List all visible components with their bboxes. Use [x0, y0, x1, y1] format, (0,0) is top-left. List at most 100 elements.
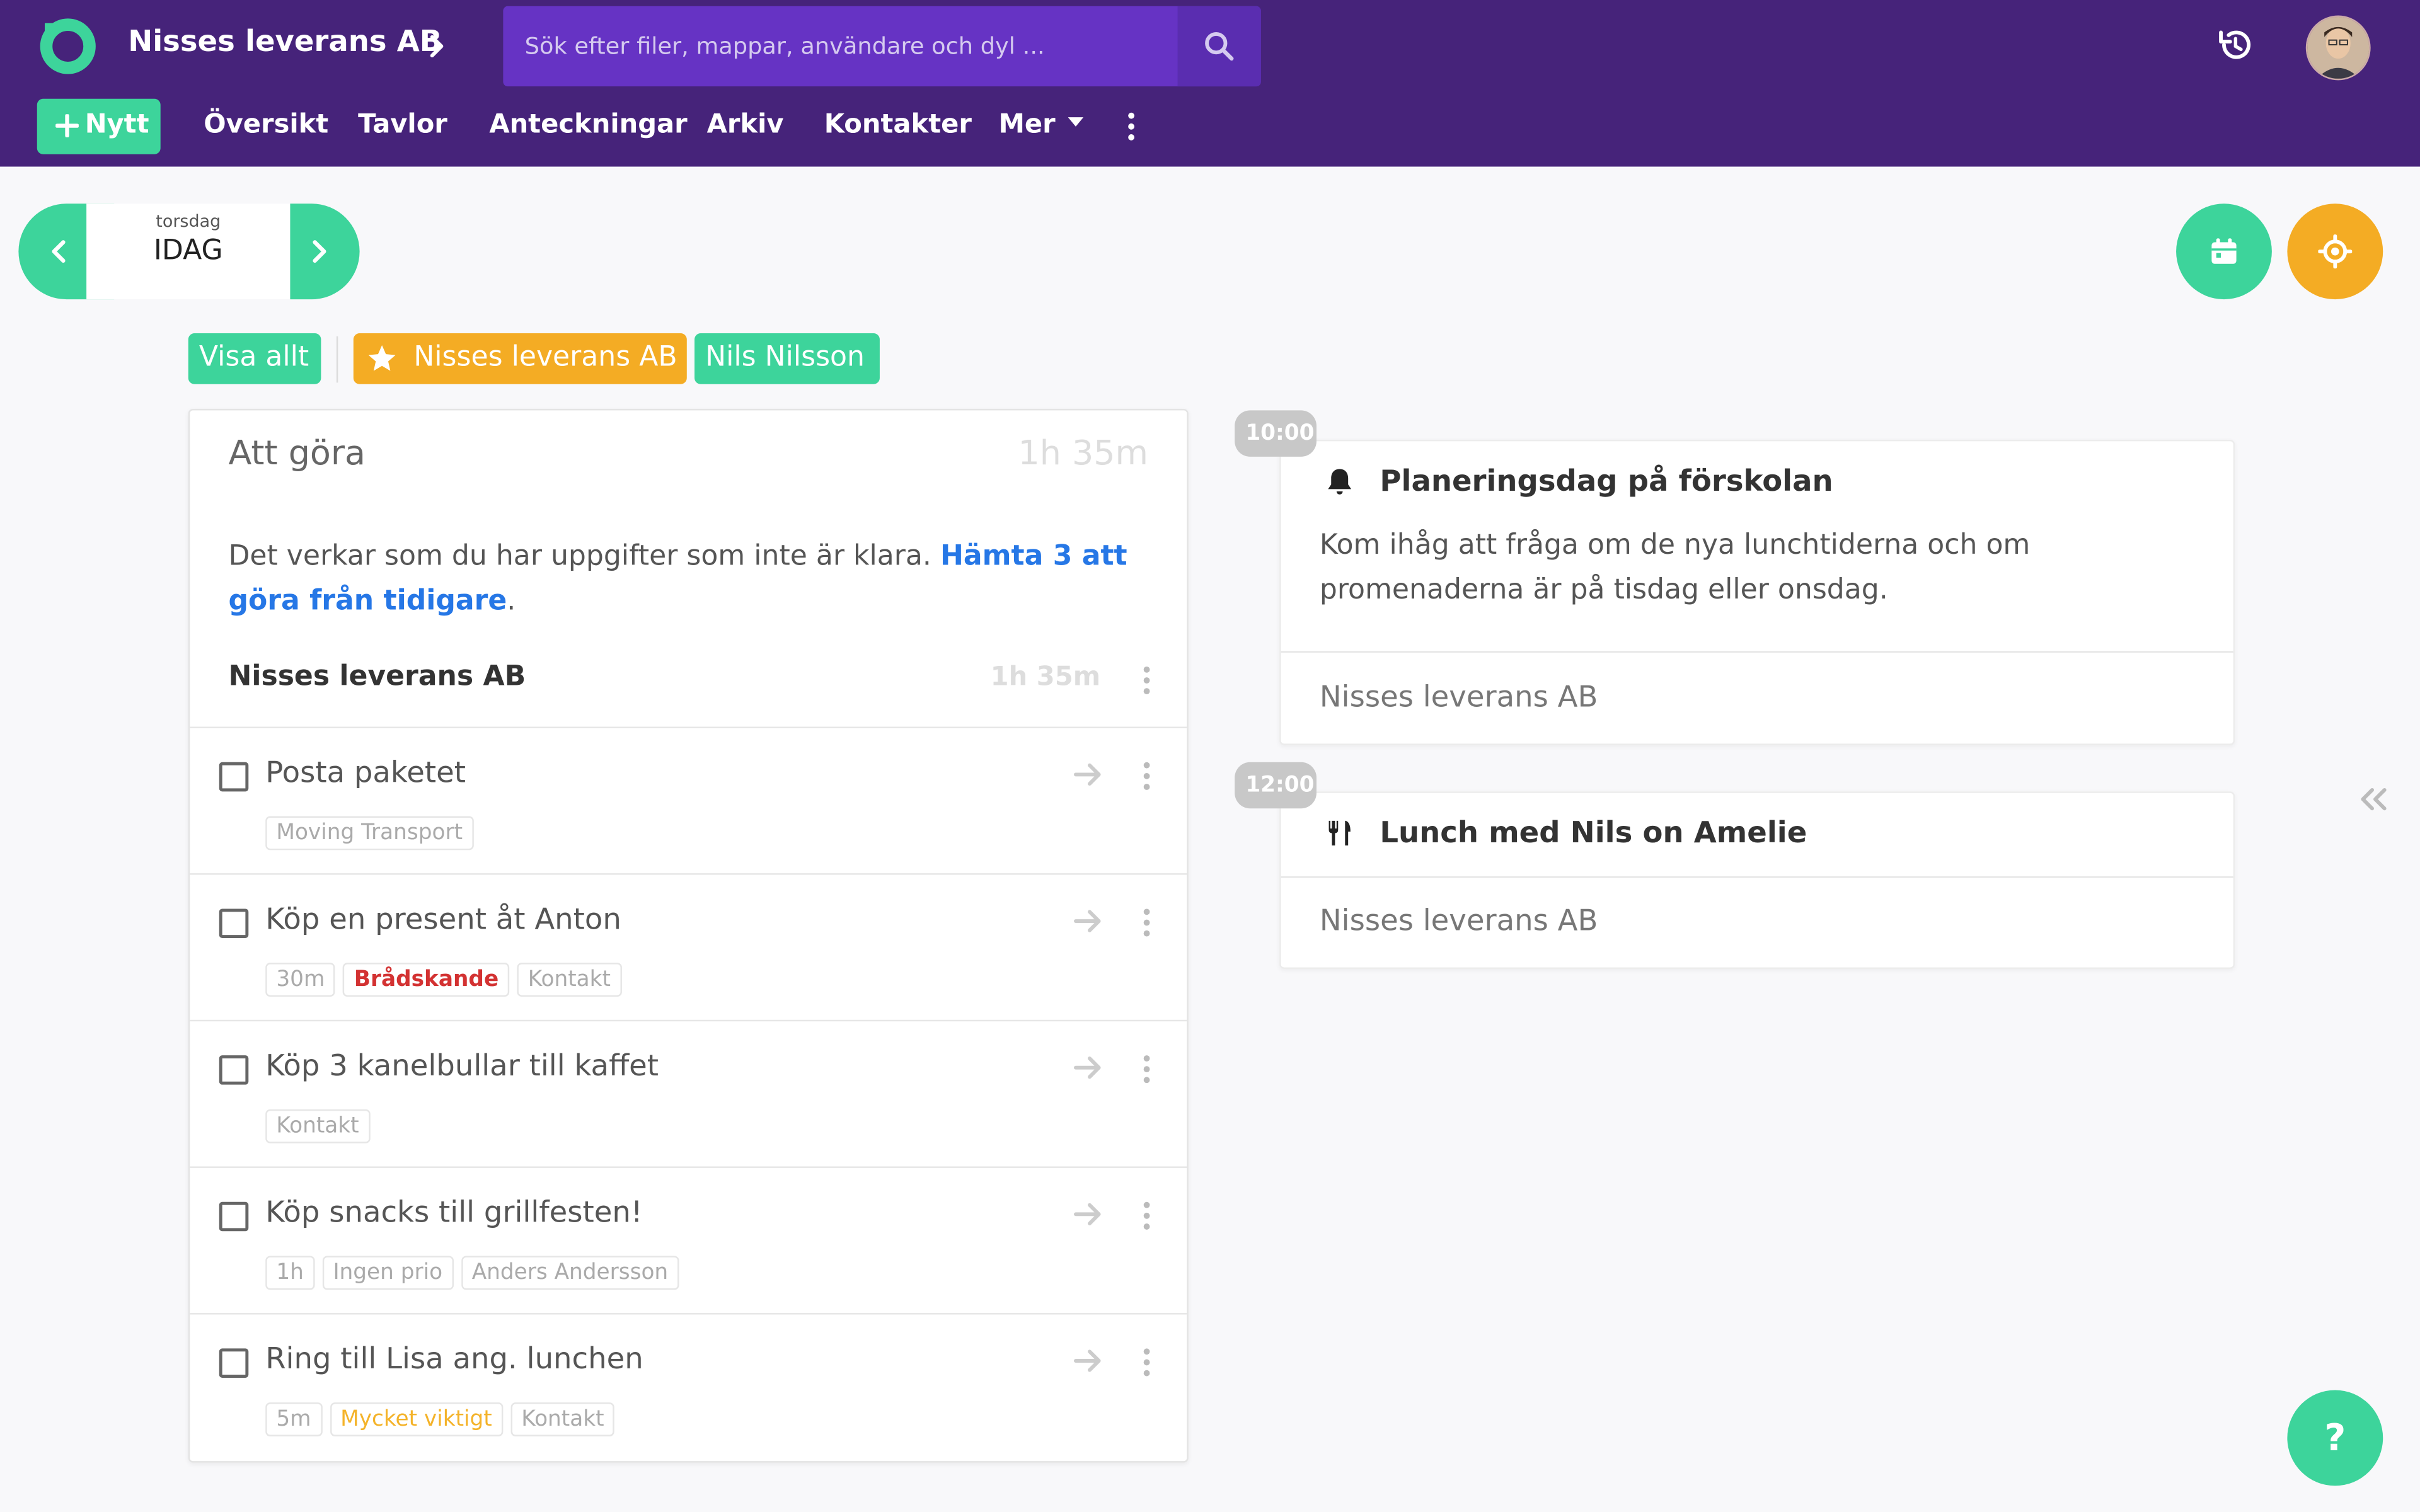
bell-icon [1328, 469, 1352, 495]
search-input[interactable] [524, 6, 1173, 87]
task-menu-icon[interactable] [1142, 762, 1151, 790]
notice-text: Det verkar som du har uppgifter som inte… [228, 540, 940, 573]
task-tags: 30m Brådskande Kontakt [265, 963, 622, 997]
tag-priority-important[interactable]: Mycket viktigt [329, 1402, 503, 1437]
filter-company[interactable]: Nisses leverans AB [353, 333, 687, 384]
task-checkbox[interactable] [219, 1055, 249, 1085]
task-checkbox[interactable] [219, 762, 249, 792]
nav-kontakter[interactable]: Kontakter [824, 110, 972, 140]
tag-contact[interactable]: Kontakt [265, 1109, 370, 1143]
arrow-right-icon[interactable] [1073, 1054, 1103, 1082]
tag-time[interactable]: 30m [265, 963, 336, 997]
date-label: IDAG [153, 234, 223, 267]
event-time-badge: 10:00 [1235, 410, 1317, 457]
event-time: 12:00 [1245, 772, 1315, 798]
task-title[interactable]: Köp en present åt Anton [265, 903, 621, 937]
group-time: 1h 35m [990, 662, 1101, 693]
filter-show-all[interactable]: Visa allt [188, 333, 321, 384]
arrow-right-icon[interactable] [1073, 1347, 1103, 1375]
new-button[interactable]: Nytt [37, 98, 161, 154]
help-button[interactable]: ? [2287, 1390, 2383, 1486]
task-tags: Moving Transport [265, 816, 474, 850]
task-menu-icon[interactable] [1142, 1055, 1151, 1084]
nav-arkiv[interactable]: Arkiv [707, 110, 784, 140]
tag-time[interactable]: 1h [265, 1256, 315, 1290]
filter-person-label: Nils Nilsson [705, 341, 865, 374]
filter-show-all-label: Visa allt [199, 341, 309, 374]
more-menu-icon[interactable] [1127, 112, 1136, 144]
tag-contact[interactable]: Anders Andersson [461, 1256, 679, 1290]
notice-end: . [507, 585, 516, 617]
arrow-right-icon[interactable] [1073, 760, 1103, 788]
task-title[interactable]: Posta paketet [265, 756, 466, 790]
company-name[interactable]: Nisses leverans AB [128, 25, 442, 59]
task-item: Posta paketet Moving Transport [190, 728, 1187, 873]
task-tags: 5m Mycket viktigt Kontakt [265, 1402, 615, 1437]
event-organization: Nisses leverans AB [1319, 680, 1598, 714]
current-date[interactable]: torsdag IDAG [86, 203, 291, 300]
todo-total-time: 1h 35m [1018, 435, 1149, 474]
tag-label[interactable]: Moving Transport [265, 816, 474, 850]
nav-anteckningar[interactable]: Anteckningar [489, 110, 687, 140]
search-button[interactable] [1177, 6, 1261, 87]
todo-card: Att göra 1h 35m Det verkar som du har up… [188, 408, 1189, 1463]
task-checkbox[interactable] [219, 1348, 249, 1378]
nav-oversikt[interactable]: Översikt [204, 110, 328, 140]
nav-mer-label: Mer [998, 109, 1056, 140]
user-avatar[interactable] [2305, 15, 2371, 81]
plus-icon [55, 114, 79, 137]
event-title: Lunch med Nils on Amelie [1380, 816, 1807, 850]
tag-priority[interactable]: Ingen prio [322, 1256, 454, 1290]
chevron-right-icon[interactable] [426, 32, 447, 60]
task-tags: 1h Ingen prio Anders Andersson [265, 1256, 679, 1290]
task-menu-icon[interactable] [1142, 1201, 1151, 1230]
tag-priority-urgent[interactable]: Brådskande [343, 963, 510, 997]
search-bar [503, 6, 1261, 87]
star-icon [368, 345, 396, 371]
divider [1281, 651, 2233, 653]
divider [1281, 876, 2233, 878]
task-menu-icon[interactable] [1142, 1348, 1151, 1377]
top-bar: Nisses leverans AB Sök efter filer, mapp… [0, 0, 2420, 167]
history-icon[interactable] [2215, 25, 2255, 65]
task-title[interactable]: Ring till Lisa ang. lunchen [265, 1343, 643, 1377]
task-title[interactable]: Köp 3 kanelbullar till kaffet [265, 1049, 659, 1083]
crosshair-icon [2318, 234, 2353, 269]
calendar-button[interactable] [2176, 203, 2272, 300]
nav-tavlor[interactable]: Tavlor [358, 110, 447, 140]
task-title[interactable]: Köp snacks till grillfesten! [265, 1196, 642, 1230]
group-title: Nisses leverans AB [228, 660, 526, 693]
chevron-left-icon [52, 240, 66, 263]
event-title: Planeringsdag på förskolan [1380, 464, 1833, 499]
group-menu-icon[interactable] [1142, 666, 1151, 695]
arrow-right-icon[interactable] [1073, 907, 1103, 935]
event-card[interactable]: Planeringsdag på förskolan Kom ihåg att … [1279, 439, 2235, 745]
new-button-label: Nytt [84, 109, 149, 140]
event-card[interactable]: Lunch med Nils on Amelie Nisses leverans… [1279, 791, 2235, 969]
filter-separator [336, 336, 338, 383]
tag-time[interactable]: 5m [265, 1402, 322, 1437]
event-time: 10:00 [1245, 421, 1315, 446]
event-description: Kom ihåg att fråga om de nya lunchtidern… [1319, 529, 2031, 607]
app-logo-icon[interactable] [38, 17, 97, 76]
filter-person[interactable]: Nils Nilsson [694, 333, 880, 384]
date-navigator: torsdag IDAG [18, 203, 360, 300]
collapse-panel-icon[interactable] [2357, 784, 2391, 815]
arrow-right-icon[interactable] [1073, 1200, 1103, 1228]
next-day-button[interactable] [290, 203, 360, 300]
task-menu-icon[interactable] [1142, 908, 1151, 937]
unfinished-notice: Det verkar som du har uppgifter som inte… [228, 534, 1154, 623]
task-checkbox[interactable] [219, 1201, 249, 1232]
utensils-icon [1328, 820, 1351, 846]
tag-contact[interactable]: Kontakt [510, 1402, 615, 1437]
task-item: Köp en present åt Anton 30m Brådskande K… [190, 875, 1187, 1020]
nav-mer[interactable]: Mer [998, 110, 1083, 140]
task-item: Ring till Lisa ang. lunchen 5m Mycket vi… [190, 1315, 1187, 1460]
task-item: Köp snacks till grillfesten! 1h Ingen pr… [190, 1168, 1187, 1313]
caret-down-icon [1068, 117, 1083, 127]
locate-button[interactable] [2287, 203, 2383, 300]
task-checkbox[interactable] [219, 908, 249, 938]
chevron-right-icon [313, 240, 326, 263]
tag-contact[interactable]: Kontakt [517, 963, 622, 997]
task-tags: Kontakt [265, 1109, 370, 1143]
